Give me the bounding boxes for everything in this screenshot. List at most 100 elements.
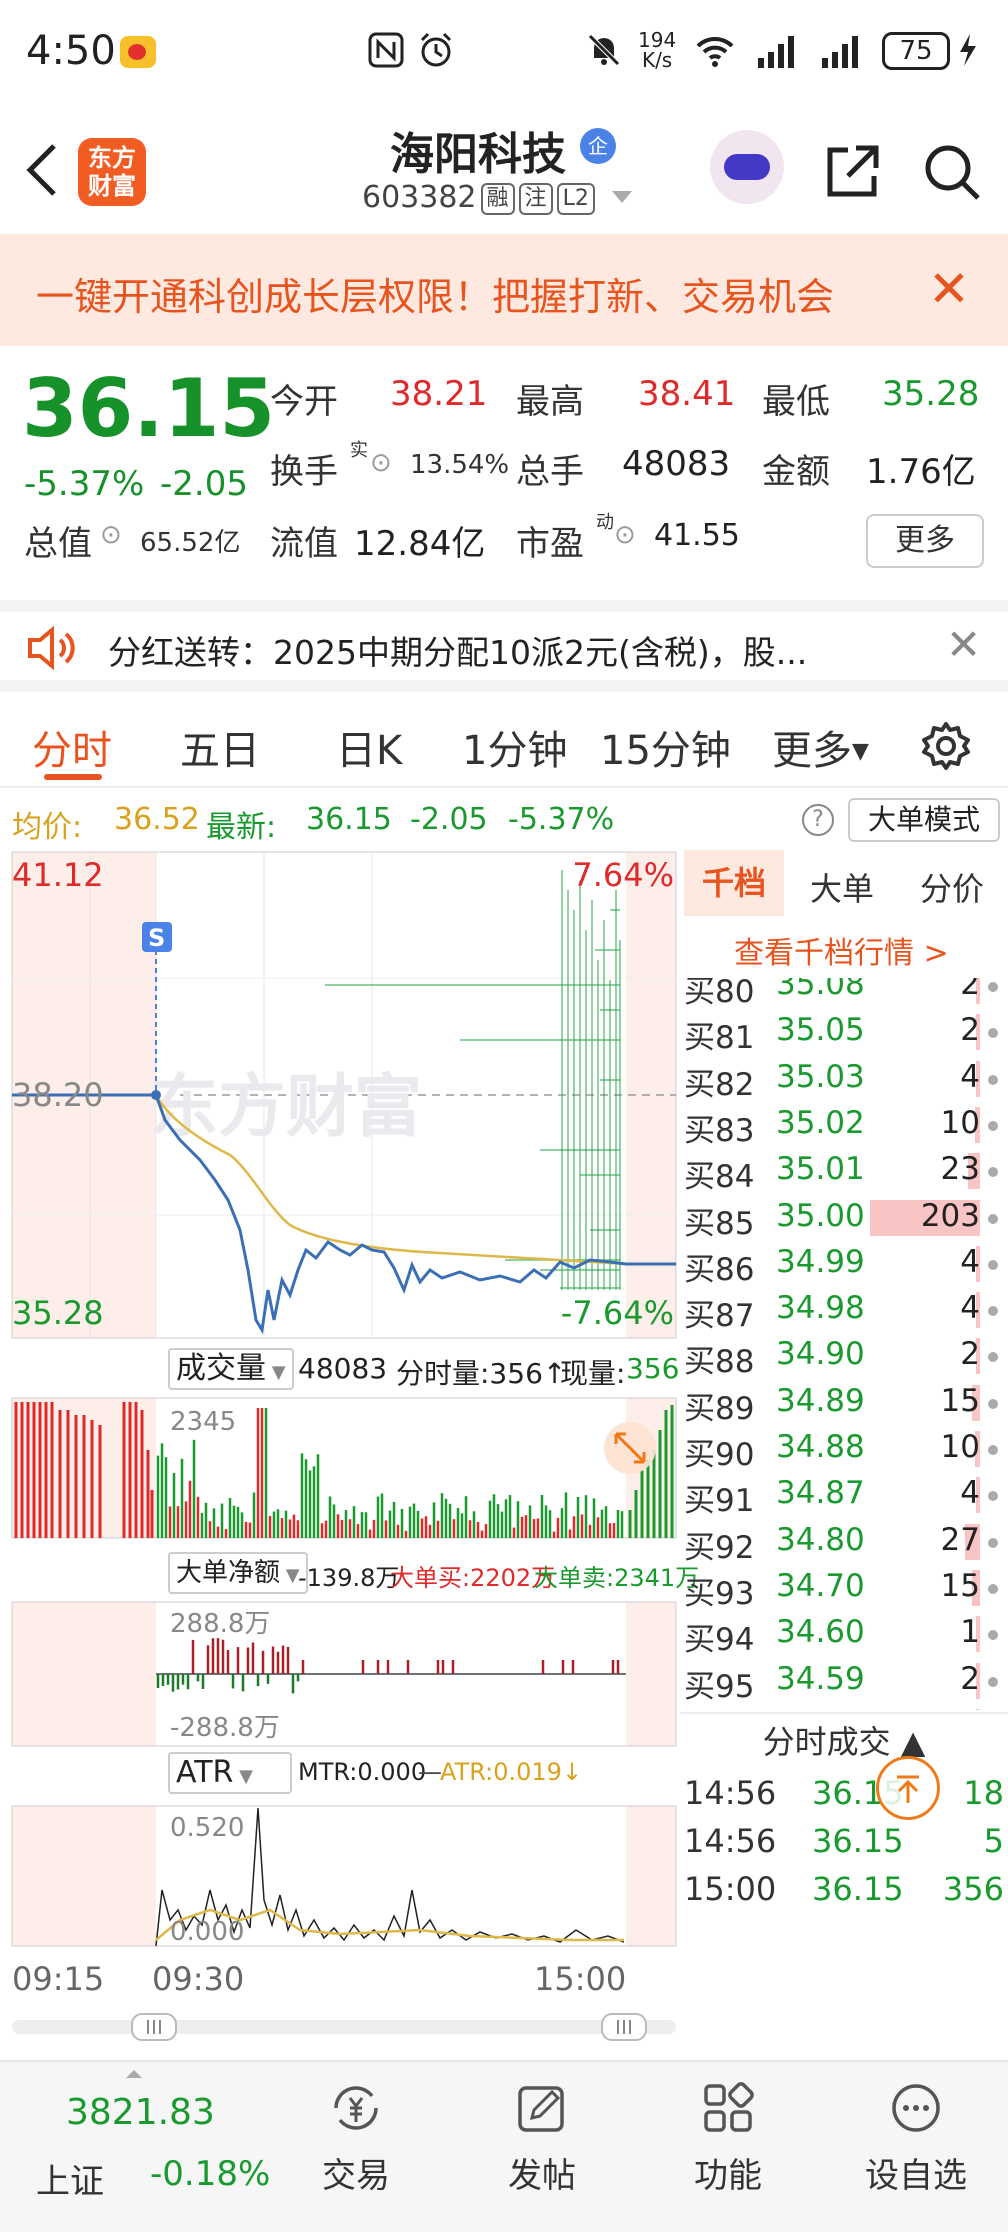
time-open: 09:30 [152,1960,244,1998]
tab-price-split[interactable]: 分价 [920,864,984,910]
info-dots-icon-2[interactable]: ⊙ [100,520,122,550]
big-order-mode-button[interactable]: 大单模式 [848,798,1000,842]
order-price: 35.01 [776,1151,865,1188]
order-row[interactable]: 买89 34.89 15 [680,1379,1008,1427]
low-label: 最低 [762,382,830,422]
order-row[interactable]: 买94 34.60 1 [680,1610,1008,1658]
scroll-top-button[interactable] [876,1756,940,1820]
net-speed: 194 K/s [638,28,677,72]
help-icon[interactable]: ? [802,804,834,836]
order-row[interactable]: 买83 35.02 10 [680,1101,1008,1149]
order-qty: 2 [960,1660,980,1697]
tab-big-orders[interactable]: 大单 [810,864,874,910]
order-row[interactable]: 买82 35.03 4 [680,1055,1008,1103]
big-order-bars [156,1638,620,1694]
mtr-legend-dash: — [418,1758,442,1786]
dividend-notice[interactable]: 分红送转：2025中期分配10派2元(含税)，股... ✕ [0,600,1008,692]
order-level-label: 买82 [684,1066,755,1103]
alarm-icon [416,30,456,70]
trade-row: 15:00 36.15 356 [680,1864,1008,1912]
info-dots-icon-3[interactable]: ⊙ [614,520,636,550]
view-ladder-link[interactable]: 查看千档行情 > [734,928,949,972]
order-row[interactable]: 买87 34.98 4 [680,1286,1008,1334]
verify-badge-icon: 企 [580,128,616,164]
price-axis-prev: 38.20 [12,1076,104,1114]
nav-functions[interactable]: 功能 [658,2080,798,2197]
tab-more[interactable]: 更多▼ [772,718,869,776]
volume-indicator-selector[interactable]: 成交量 ▼ [168,1348,294,1390]
order-row[interactable]: 买95 34.59 2 [680,1657,1008,1705]
trade-price: 36.15 [812,1870,904,1908]
last-label: 最新: [206,810,277,845]
order-level-label: 买91 [684,1483,755,1520]
stock-code-row[interactable]: 603382 融注 L2 [362,180,634,215]
order-list[interactable]: 买80 35.08 2 买81 35.05 2 买82 35.03 4 买83 35.02 10 买84… [680,978,1008,1710]
tab-ladder[interactable]: 千档 [684,850,784,916]
order-row[interactable]: 买90 34.88 10 [680,1425,1008,1473]
order-row[interactable]: 买86 34.99 4 [680,1240,1008,1288]
avg-row-change-pct: -5.37% [508,802,615,837]
app-logo[interactable]: 东方 财富 [78,138,146,206]
intraday-chart[interactable]: 东方财富 S 41.12 38.20 35.28 7.64% -7.64% 23… [0,850,680,2050]
search-button[interactable] [920,140,984,208]
volume-now-label: 现量: [560,1357,626,1390]
chart-settings-button[interactable] [920,720,972,776]
signal-icon-2 [820,30,866,70]
promo-banner[interactable]: 一键开通科创成长层权限！把握打新、交易机会 ✕ [0,234,1008,346]
order-qty: 10 [940,1429,980,1465]
atr-indicator-selector[interactable]: ATR ▼ [168,1752,292,1794]
triangle-down-icon [612,191,633,203]
order-price: 34.88 [776,1429,865,1465]
tab-five-day[interactable]: 五日 [180,718,260,776]
order-row[interactable]: 买84 35.01 23 [680,1147,1008,1195]
avg-row-change: -2.05 [410,802,488,837]
trades-header[interactable]: 分时成交 ▲ [680,1712,1008,1768]
open-label: 今开 [270,382,338,422]
info-dots-icon[interactable]: ⊙ [370,448,392,478]
close-banner-icon[interactable]: ✕ [928,260,970,318]
quote-panel: 36.15 -5.37% -2.05 今开 38.21 最高 38.41 最低 … [0,346,1008,590]
nav-trade[interactable]: 交易 [286,2080,426,2197]
share-button[interactable] [820,140,884,208]
nav-post[interactable]: 发帖 [472,2080,612,2197]
promo-text: 一键开通科创成长层权限！把握打新、交易机会 [36,275,835,319]
more-button[interactable]: 更多 [866,514,984,568]
order-row[interactable]: 买80 35.08 2 [680,978,1008,1010]
pct-axis-top: 7.64% [572,856,674,894]
dividend-text: 分红送转：2025中期分配10派2元(含税)，股... [108,633,808,672]
order-row[interactable]: 买91 34.87 4 [680,1471,1008,1520]
tab-15min[interactable]: 15分钟 [600,718,731,776]
bigorder-indicator-selector[interactable]: 大单净额 ▼ [168,1552,308,1594]
order-row[interactable]: 买96 34.53 4 [680,1703,1008,1710]
open-value: 38.21 [390,374,488,414]
tab-daily-k[interactable]: 日K [336,718,402,776]
tab-1min[interactable]: 1分钟 [462,718,567,776]
pct-axis-bottom: -7.64% [561,1294,674,1332]
tab-intraday[interactable]: 分时 [32,718,112,776]
mktcap-label: 总值 [24,524,92,564]
atr-top-label: 0.520 [170,1813,244,1843]
back-button[interactable] [22,140,62,200]
turnover-value: 13.54% [410,450,510,480]
order-dot-icon [988,1213,998,1224]
low-value: 35.28 [882,374,980,414]
close-notice-icon[interactable]: ✕ [946,620,981,669]
float-label: 流值 [270,524,338,564]
order-row[interactable]: 买93 34.70 15 [680,1564,1008,1612]
s-marker-text: S [148,924,165,952]
trade-row: 14:56 36.15 5 [680,1816,1008,1864]
order-level-label: 买89 [684,1390,755,1427]
assistant-robot-icon[interactable] [710,130,784,204]
edit-icon [518,2086,564,2132]
order-row[interactable]: 买85 35.00 203 [680,1194,1008,1242]
atr-label: ATR:0.019↓ [440,1758,583,1786]
order-row[interactable]: 买88 34.90 2 [680,1332,1008,1380]
nav-add-watchlist[interactable]: 设自选 [846,2080,986,2197]
nav-post-label: 发帖 [508,2156,576,2196]
status-time: 4:50 [26,28,116,74]
order-level-label: 买90 [684,1437,755,1473]
nav-trade-label: 交易 [322,2156,390,2196]
order-row[interactable]: 买92 34.80 27 [680,1518,1008,1566]
order-qty: 4 [960,1290,980,1327]
order-row[interactable]: 买81 35.05 2 [680,1008,1008,1056]
